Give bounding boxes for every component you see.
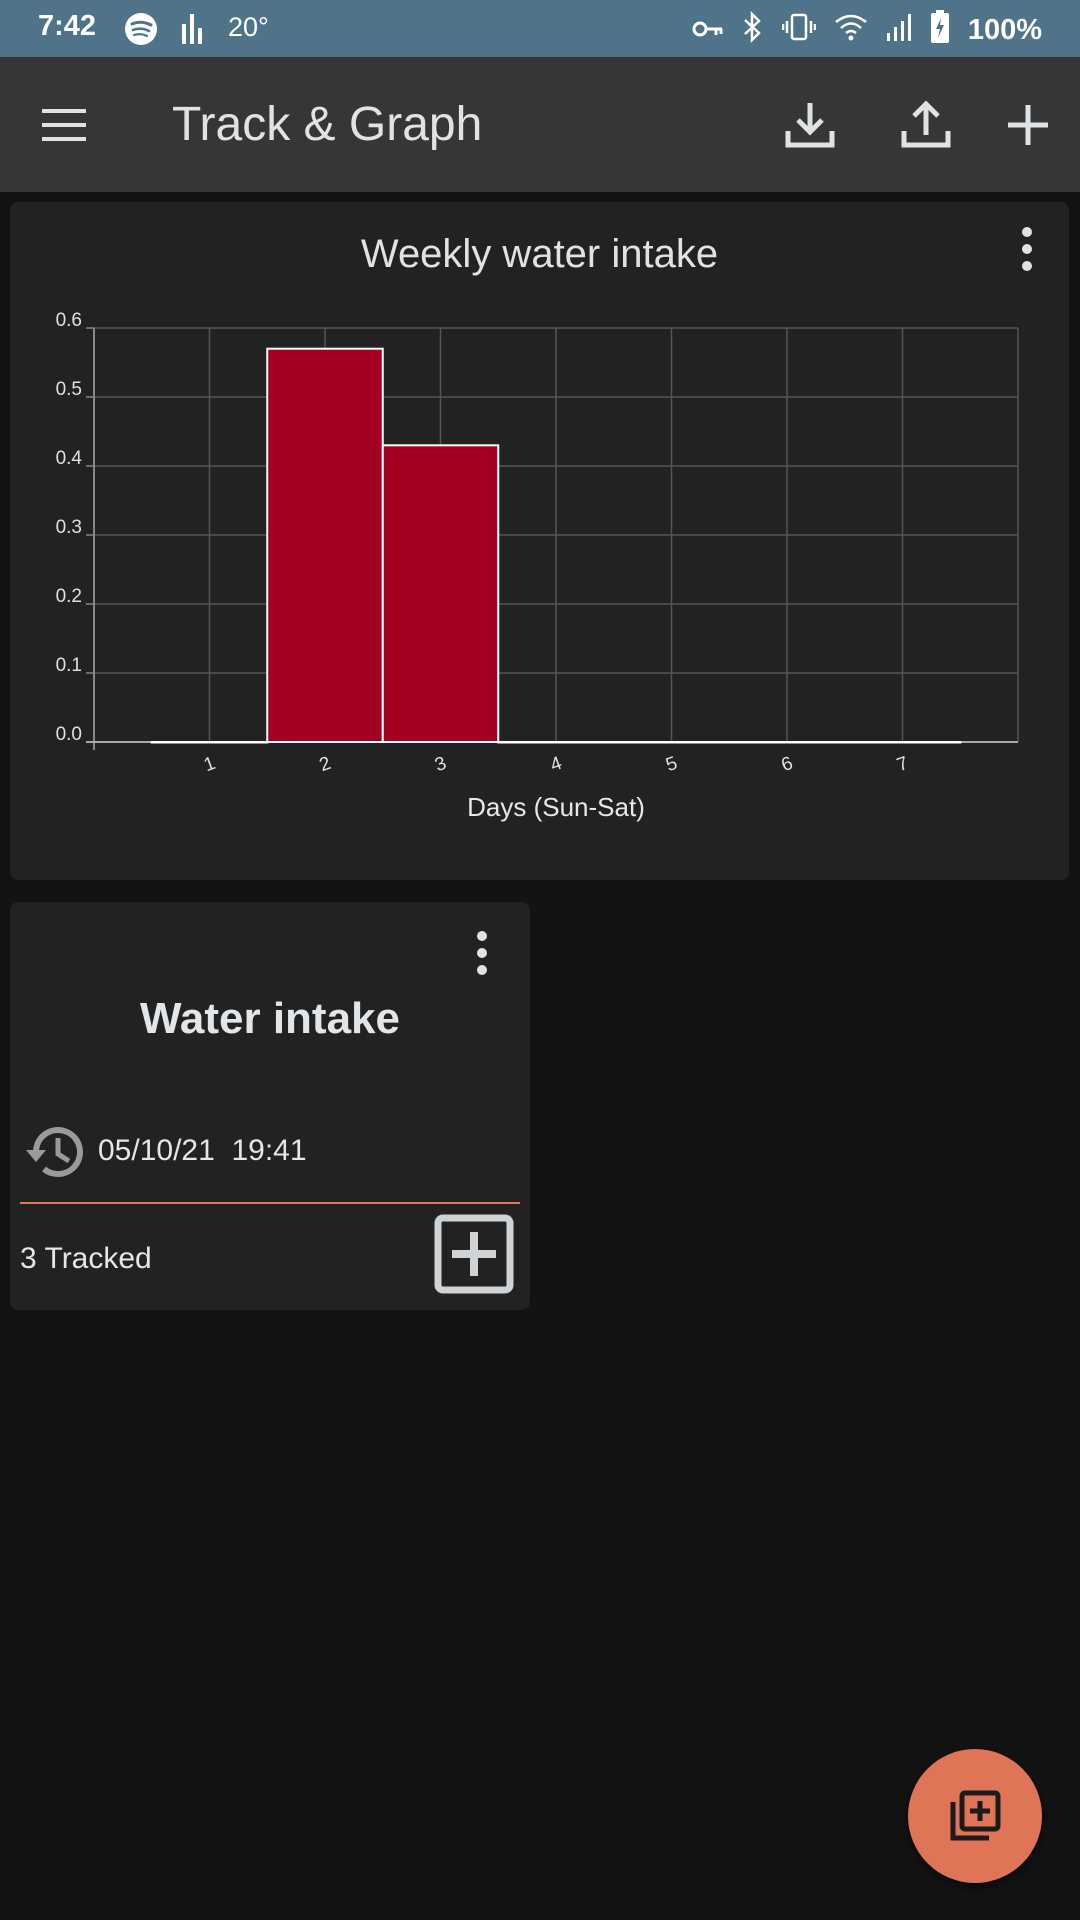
bar xyxy=(497,741,615,744)
y-tick-label: 0.2 xyxy=(56,586,82,607)
status-temperature: 20° xyxy=(228,12,269,42)
x-axis-label: Days (Sun-Sat) xyxy=(467,792,645,822)
history-icon xyxy=(24,1120,88,1184)
x-tick-label: 2 xyxy=(317,753,334,776)
bar xyxy=(843,741,962,744)
graph-title: Weekly water intake xyxy=(360,232,719,276)
y-tick-label: 0.4 xyxy=(56,448,83,469)
menu-icon[interactable] xyxy=(40,105,90,145)
equalizer-icon xyxy=(180,12,206,51)
status-icons: 100% xyxy=(692,10,1042,51)
x-tick-label: 6 xyxy=(779,753,796,776)
status-time: 7:42 xyxy=(38,10,97,42)
export-icon[interactable] xyxy=(898,97,954,153)
tracker-name: Water intake xyxy=(139,994,400,1043)
status-bar: 7:42 20° 100% xyxy=(0,0,1080,57)
vibrate-icon xyxy=(781,12,817,49)
x-tick-label: 5 xyxy=(663,753,680,776)
x-tick-label: 1 xyxy=(201,753,218,776)
y-tick-label: 0.0 xyxy=(56,724,82,745)
last-tracked-time: 05/10/21 19:41 xyxy=(98,1134,307,1167)
bar xyxy=(150,741,269,744)
bar xyxy=(266,347,384,743)
more-vert-icon[interactable] xyxy=(1015,224,1039,274)
add-icon[interactable] xyxy=(1000,97,1056,153)
y-tick-label: 0.5 xyxy=(56,379,82,400)
bar xyxy=(381,444,500,744)
tracker-card[interactable]: Water intake 05/10/21 19:41 3 Tracked xyxy=(10,902,530,1310)
graph-card[interactable]: 0.0 0.1 0.2 0.3 0.4 0.5 0.6 1 2 3 4 5 6 7 Days (Sun-Sa… xyxy=(10,202,1069,880)
divider xyxy=(20,1202,520,1204)
add-box-icon[interactable] xyxy=(434,1214,514,1294)
wifi-icon xyxy=(834,13,868,48)
bluetooth-icon xyxy=(742,10,764,50)
bar xyxy=(612,741,731,744)
library-add-icon xyxy=(950,1790,1001,1841)
y-tick-label: 0.6 xyxy=(56,310,82,331)
y-tick-label: 0.1 xyxy=(56,655,82,676)
bar xyxy=(728,741,846,744)
signal-icon xyxy=(886,13,912,48)
x-tick-label: 4 xyxy=(548,753,566,776)
x-tick-label: 7 xyxy=(894,753,911,776)
bar-chart: 0.0 0.1 0.2 0.3 0.4 0.5 0.6 1 2 3 4 5 6 7 Days (Sun-Sa… xyxy=(56,310,1019,822)
tracked-count: 3 Tracked xyxy=(20,1242,152,1275)
import-icon[interactable] xyxy=(782,97,838,153)
battery-percentage: 100% xyxy=(967,14,1042,46)
y-tick-label: 0.3 xyxy=(56,517,82,538)
battery-charging-icon xyxy=(930,10,950,51)
vpn-key-icon xyxy=(692,15,724,46)
app-title: Track & Graph xyxy=(172,98,483,151)
app-bar: Track & Graph xyxy=(0,57,1080,192)
x-tick-label: 3 xyxy=(432,753,449,776)
spotify-icon xyxy=(124,12,158,53)
add-group-fab[interactable] xyxy=(908,1749,1042,1883)
more-vert-icon[interactable] xyxy=(470,928,494,978)
